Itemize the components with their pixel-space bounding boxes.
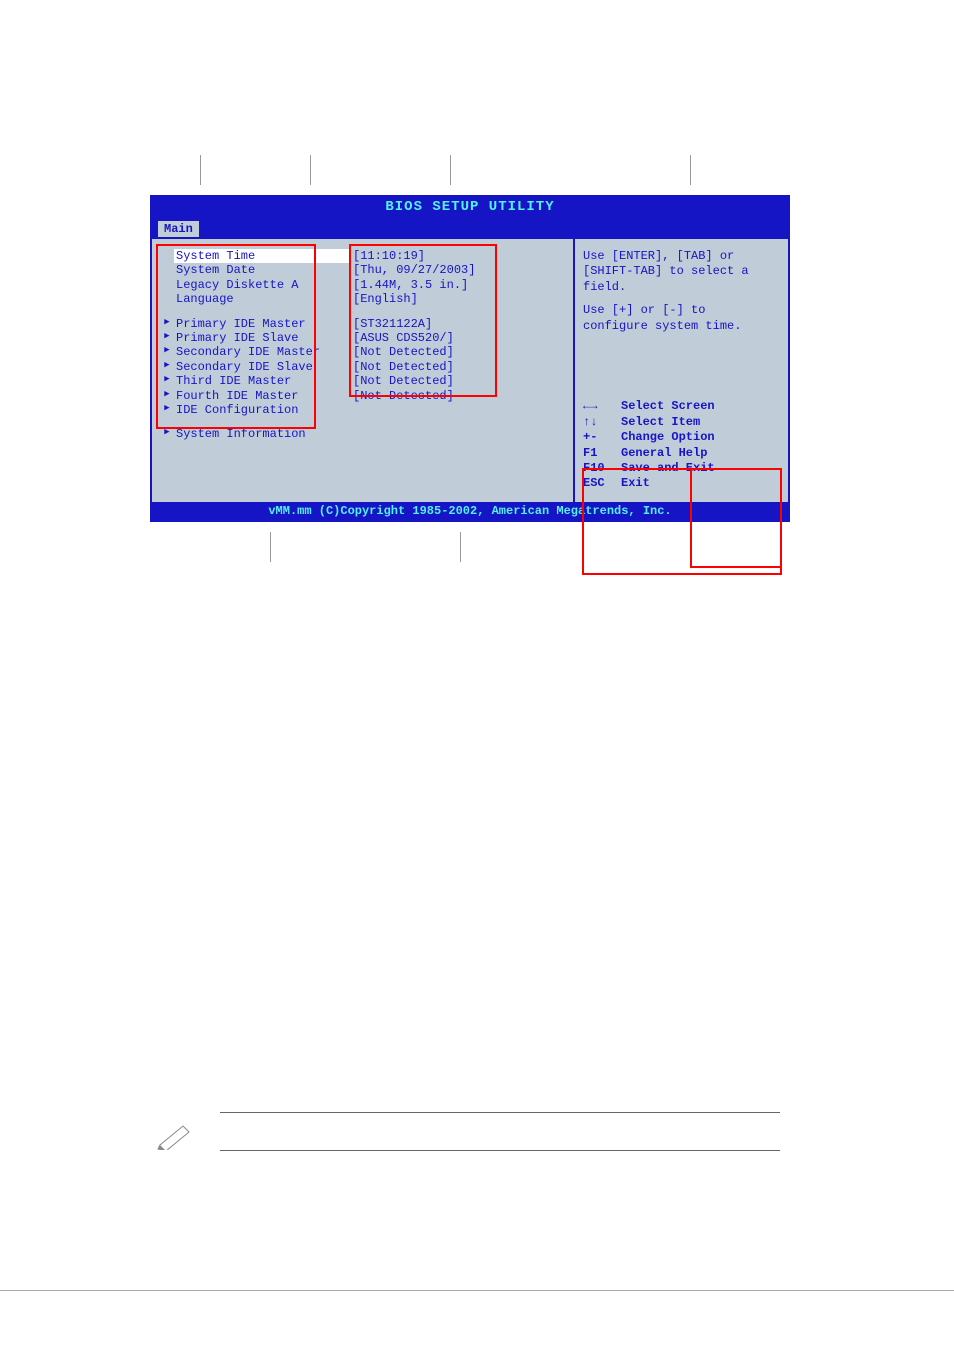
nav-label: Exit	[621, 476, 650, 490]
submenu-arrow-icon: ▶	[160, 374, 174, 388]
nav-key: ←→	[583, 399, 621, 413]
menu-ide-configuration[interactable]: ▶ IDE Configuration	[160, 403, 565, 417]
menu-primary-ide-slave[interactable]: ▶ Primary IDE Slave [ASUS CDS520/]	[160, 331, 565, 345]
menu-label: Secondary IDE Master	[174, 345, 349, 359]
nav-keys-panel: ←→Select Screen ↑↓Select Item +-Change O…	[583, 399, 780, 491]
menu-value: [English]	[349, 292, 565, 306]
menu-secondary-ide-master[interactable]: ▶ Secondary IDE Master [Not Detected]	[160, 345, 565, 359]
nav-label: Select Item	[621, 415, 700, 429]
menu-pane: System Time [11:10:19] System Date [Thu,…	[152, 239, 573, 502]
menu-label: Legacy Diskette A	[174, 278, 349, 292]
help-pane: Use [ENTER], [TAB] or [SHIFT-TAB] to sel…	[573, 239, 788, 502]
menu-value	[349, 403, 565, 417]
help-text: [SHIFT-TAB] to select a	[583, 264, 780, 278]
callout-ticks-bottom	[150, 522, 790, 562]
submenu-arrow-icon: ▶	[160, 427, 174, 441]
nav-label: Select Screen	[621, 399, 715, 413]
menu-value: [ASUS CDS520/]	[349, 331, 565, 345]
menu-system-information[interactable]: ▶ System Information	[160, 427, 565, 441]
submenu-arrow-icon: ▶	[160, 317, 174, 331]
nav-label: Save and Exit	[621, 461, 715, 475]
menu-value: [1.44M, 3.5 in.]	[349, 278, 565, 292]
menu-system-time[interactable]: System Time [11:10:19]	[160, 249, 565, 263]
menu-label: System Information	[174, 427, 349, 441]
menu-system-date[interactable]: System Date [Thu, 09/27/2003]	[160, 263, 565, 277]
tab-main[interactable]: Main	[158, 221, 199, 237]
nav-key: +-	[583, 430, 621, 444]
submenu-arrow-icon: ▶	[160, 389, 174, 403]
menu-label: Language	[174, 292, 349, 306]
menu-primary-ide-master[interactable]: ▶ Primary IDE Master [ST321122A]	[160, 317, 565, 331]
menu-label: Primary IDE Slave	[174, 331, 349, 345]
nav-label: General Help	[621, 446, 707, 460]
help-text: field.	[583, 280, 780, 294]
menu-label: Fourth IDE Master	[174, 389, 349, 403]
nav-label: Change Option	[621, 430, 715, 444]
menu-value: [Thu, 09/27/2003]	[349, 263, 565, 277]
submenu-arrow-icon: ▶	[160, 403, 174, 417]
tab-bar: Main	[152, 217, 788, 239]
bios-copyright: vMM.mm (C)Copyright 1985-2002, American …	[152, 502, 788, 520]
menu-fourth-ide-master[interactable]: ▶ Fourth IDE Master [Not Detected]	[160, 389, 565, 403]
help-text: configure system time.	[583, 319, 780, 333]
nav-key: ↑↓	[583, 415, 621, 429]
bios-title: BIOS SETUP UTILITY	[152, 197, 788, 217]
help-text: Use [+] or [-] to	[583, 303, 780, 317]
menu-label: System Date	[174, 263, 349, 277]
note-rule-top	[220, 1112, 780, 1113]
page-footer-rule	[0, 1290, 954, 1341]
menu-label: Secondary IDE Slave	[174, 360, 349, 374]
menu-value: [Not Detected]	[349, 389, 565, 403]
submenu-arrow-icon: ▶	[160, 345, 174, 359]
menu-label: Third IDE Master	[174, 374, 349, 388]
bios-utility-window: BIOS SETUP UTILITY Main System Time [11:…	[150, 195, 790, 522]
nav-key: ESC	[583, 476, 621, 490]
menu-value	[349, 427, 565, 441]
submenu-arrow-icon: ▶	[160, 331, 174, 345]
nav-key: F1	[583, 446, 621, 460]
menu-legacy-diskette[interactable]: Legacy Diskette A [1.44M, 3.5 in.]	[160, 278, 565, 292]
menu-value: [ST321122A]	[349, 317, 565, 331]
menu-label: IDE Configuration	[174, 403, 349, 417]
menu-third-ide-master[interactable]: ▶ Third IDE Master [Not Detected]	[160, 374, 565, 388]
menu-value: [Not Detected]	[349, 360, 565, 374]
menu-value: [Not Detected]	[349, 374, 565, 388]
menu-value: [11:10:19]	[349, 249, 565, 263]
menu-label: Primary IDE Master	[174, 317, 349, 331]
menu-value: [Not Detected]	[349, 345, 565, 359]
submenu-arrow-icon: ▶	[160, 360, 174, 374]
nav-key: F10	[583, 461, 621, 475]
note-pencil-icon	[155, 1120, 195, 1150]
menu-language[interactable]: Language [English]	[160, 292, 565, 306]
callout-ticks-top	[150, 155, 790, 195]
help-text: Use [ENTER], [TAB] or	[583, 249, 780, 263]
note-rule-bottom	[220, 1150, 780, 1151]
menu-label: System Time	[174, 249, 349, 263]
menu-secondary-ide-slave[interactable]: ▶ Secondary IDE Slave [Not Detected]	[160, 360, 565, 374]
